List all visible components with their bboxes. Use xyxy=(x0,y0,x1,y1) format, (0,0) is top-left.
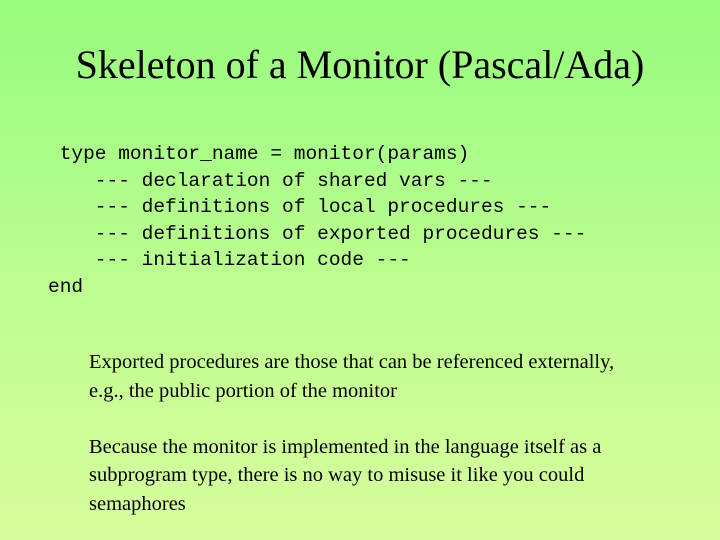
body-paragraph: Exported procedures are those that can b… xyxy=(89,351,615,402)
code-line: --- declaration of shared vars --- xyxy=(48,169,493,192)
code-line: --- initialization code --- xyxy=(48,249,411,272)
presentation-slide: Skeleton of a Monitor (Pascal/Ada) type … xyxy=(0,0,720,540)
code-block: type monitor_name = monitor(params) --- … xyxy=(48,141,586,301)
code-line: --- definitions of exported procedures -… xyxy=(48,222,587,245)
code-line: end xyxy=(48,275,84,298)
code-line: type monitor_name = monitor(params) xyxy=(48,143,470,165)
code-line: --- definitions of local procedures --- xyxy=(48,196,552,219)
body-paragraph: Because the monitor is implemented in th… xyxy=(89,435,602,516)
slide-title: Skeleton of a Monitor (Pascal/Ada) xyxy=(75,42,645,87)
body-text-block: Exported procedures are those that can b… xyxy=(89,348,637,519)
